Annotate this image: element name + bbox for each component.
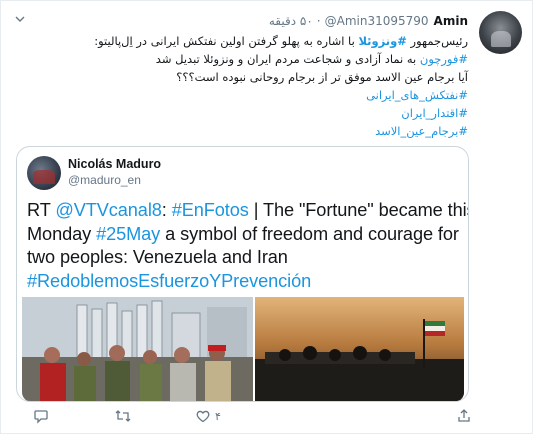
quoted-tweet[interactable]: Nicolás Maduro @maduro_en RT @VTVcanal8:…: [16, 146, 469, 402]
like-count: ۴: [215, 409, 221, 423]
photo-refinery-illustration: [22, 297, 253, 401]
quoted-line-3: two peoples: Venezuela and Iran: [27, 247, 288, 267]
body-text-segment: به نماد آزادی و شجاعت مردم ایران و ونزوئ…: [155, 52, 420, 66]
mention-link[interactable]: @VTVcanal8: [55, 200, 162, 220]
tweet-body: رئیس‌جمهور #ونزوئلا با اشاره به پهلو گرف…: [28, 32, 468, 140]
hashtag-link[interactable]: #EnFotos: [172, 200, 249, 220]
quoted-line-1: RT @VTVcanal8: #EnFotos | The "Fortune" …: [27, 199, 469, 223]
body-text-segment: با اشاره به پهلو گرفتن اولین نفتکش ایران…: [94, 34, 359, 48]
retweet-action[interactable]: [114, 408, 136, 424]
quoted-tweet-text: RT @VTVcanal8: #EnFotos | The "Fortune" …: [27, 199, 469, 294]
hashtag-link[interactable]: #نفتکش_های_ایرانی: [28, 86, 468, 104]
quoted-text-segment: Monday: [27, 223, 97, 244]
quoted-author-handle[interactable]: @maduro_en: [68, 173, 141, 187]
hashtag-link[interactable]: #برجام_عین_الاسد: [28, 122, 468, 140]
quoted-text-segment: RT: [27, 200, 56, 220]
like-action[interactable]: ۴: [195, 408, 221, 424]
hashtag-link[interactable]: #ونزوئلا: [358, 34, 406, 48]
body-line-2: #فورچون به نماد آزادی و شجاعت مردم ایران…: [28, 50, 468, 68]
photo-tanker-illustration: [255, 297, 464, 401]
quoted-media: [22, 297, 464, 401]
author-handle[interactable]: @Amin31095790: [325, 13, 429, 29]
hashtag-link[interactable]: #فورچون: [420, 52, 468, 66]
photo-refinery-officials[interactable]: [22, 297, 253, 401]
quoted-author-avatar[interactable]: [27, 156, 61, 190]
body-text-segment: رئیس‌جمهور: [406, 34, 468, 48]
tweet-actions: ۴: [1, 405, 533, 429]
tweet-card[interactable]: Amin @Amin31095790 · ۵۰ دقیقه رئیس‌جمهور…: [0, 0, 533, 434]
author-name[interactable]: Amin: [434, 13, 468, 29]
chevron-down-icon[interactable]: [15, 14, 25, 24]
quoted-text-segment: | The "Fortune" became this: [248, 200, 469, 220]
tweet-header: Amin @Amin31095790 · ۵۰ دقیقه: [269, 13, 468, 29]
retweet-icon[interactable]: [114, 408, 132, 424]
author-avatar[interactable]: [479, 11, 522, 54]
body-line-1: رئیس‌جمهور #ونزوئلا با اشاره به پهلو گرف…: [28, 32, 468, 50]
quoted-text-segment: a symbol of freedom and courage for: [160, 223, 459, 244]
body-line-3: آیا برجام عین الاسد موفق تر از برجام روح…: [176, 70, 468, 84]
reply-action[interactable]: [33, 408, 53, 424]
like-icon[interactable]: [195, 408, 211, 424]
photo-tanker-dusk[interactable]: [255, 297, 464, 401]
share-action[interactable]: [456, 408, 472, 424]
tweet-timestamp[interactable]: ۵۰ دقیقه: [269, 13, 313, 29]
hashtag-link[interactable]: #اقتدار_ایران: [28, 104, 468, 122]
reply-icon[interactable]: [33, 408, 49, 424]
hashtag-link[interactable]: #25May: [96, 224, 160, 244]
quoted-line-2: Monday #25May a symbol of freedom and co…: [27, 223, 467, 247]
share-icon[interactable]: [456, 408, 472, 424]
quoted-author-name[interactable]: Nicolás Maduro: [68, 157, 161, 171]
header-separator: ·: [316, 14, 321, 28]
quoted-text-segment: :: [161, 200, 172, 220]
hashtag-link[interactable]: #RedoblemosEsfuerzoYPrevención: [27, 270, 467, 294]
